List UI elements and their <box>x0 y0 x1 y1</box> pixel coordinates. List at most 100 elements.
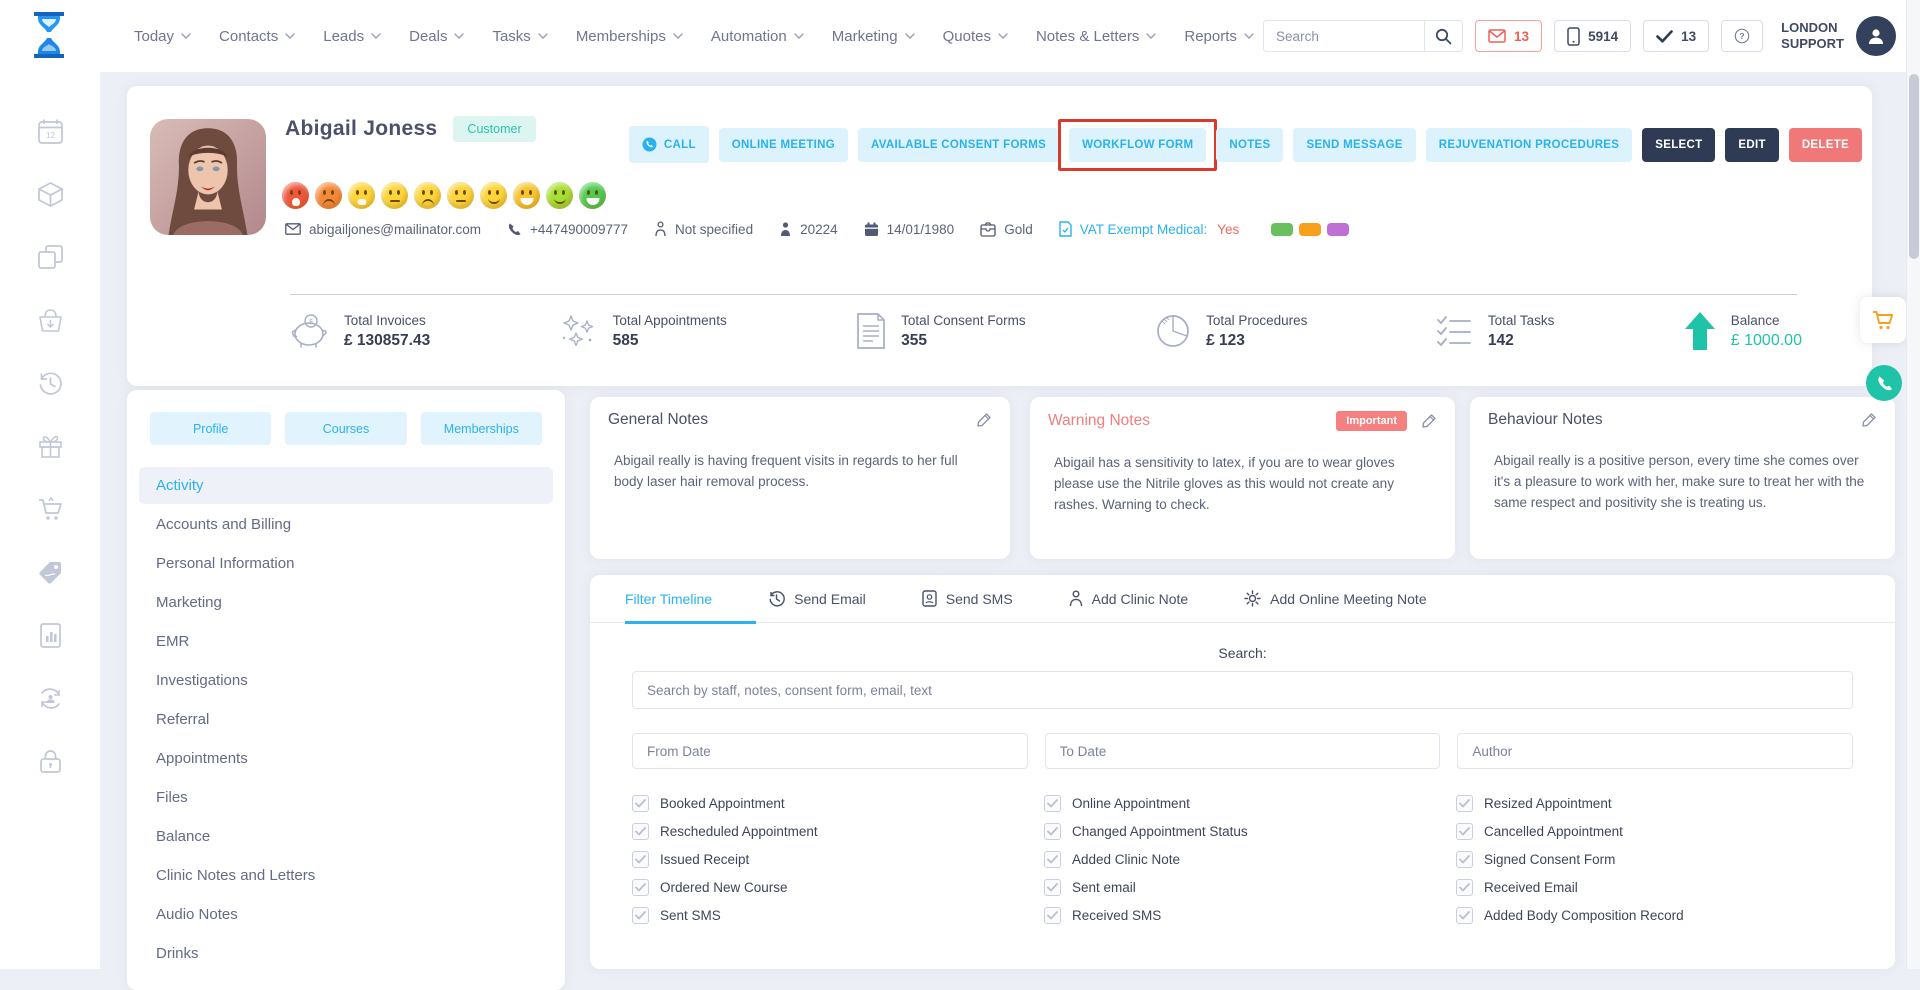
panel-tab[interactable]: Memberships <box>421 412 542 445</box>
basket-icon[interactable] <box>37 307 64 334</box>
mood-emoji-neutral[interactable] <box>381 182 408 209</box>
tab-filter-timeline[interactable]: Filter Timeline <box>625 575 712 622</box>
section-menu-item[interactable]: Balance <box>139 818 553 855</box>
app-logo[interactable] <box>26 10 72 60</box>
filter-checkbox[interactable]: Issued Receipt <box>632 851 1044 868</box>
mood-emoji-neutral[interactable] <box>447 182 474 209</box>
nav-item[interactable]: Quotes <box>943 28 1008 45</box>
customer-email[interactable]: abigailjones@mailinator.com <box>285 222 481 237</box>
nav-item[interactable]: Leads <box>323 28 381 45</box>
floating-call-button[interactable] <box>1866 365 1902 401</box>
account-avatar[interactable] <box>1856 16 1896 56</box>
panel-tab[interactable]: Courses <box>285 412 406 445</box>
mood-emoji-grin[interactable] <box>513 182 540 209</box>
nav-item[interactable]: Automation <box>711 28 804 45</box>
tasks-badge-button[interactable]: 13 <box>1643 20 1709 52</box>
section-menu-item[interactable]: Personal Information <box>139 545 553 582</box>
section-menu-item[interactable]: Files <box>139 779 553 816</box>
filter-checkbox[interactable]: Received Email <box>1456 879 1853 896</box>
edit-note-icon[interactable] <box>1861 412 1877 428</box>
page-scrollbar[interactable] <box>1906 0 1920 969</box>
section-menu-item[interactable]: Marketing <box>139 584 553 621</box>
action-button[interactable]: DELETE <box>1789 128 1862 162</box>
lock-icon[interactable] <box>37 748 64 775</box>
action-button[interactable]: EDIT <box>1725 128 1778 162</box>
call-button[interactable]: CALL <box>629 126 709 163</box>
filter-checkbox[interactable]: Added Clinic Note <box>1044 851 1456 868</box>
tab-send-email[interactable]: Send Email <box>768 575 866 622</box>
filter-checkbox[interactable]: Sent email <box>1044 879 1456 896</box>
filter-checkbox[interactable]: Ordered New Course <box>632 879 1044 896</box>
tab-add-clinic-note[interactable]: Add Clinic Note <box>1069 575 1189 622</box>
filter-checkbox[interactable]: Received SMS <box>1044 907 1456 924</box>
mood-emoji-frown-open[interactable] <box>282 182 309 209</box>
filter-checkbox[interactable]: Changed Appointment Status <box>1044 823 1456 840</box>
section-menu-item[interactable]: Audio Notes <box>139 896 553 933</box>
nav-item[interactable]: Deals <box>409 28 464 45</box>
action-button[interactable]: SELECT <box>1642 128 1715 162</box>
tag-chip[interactable] <box>1327 223 1349 236</box>
nav-item[interactable]: Memberships <box>576 28 683 45</box>
filter-checkbox[interactable]: Booked Appointment <box>632 795 1044 812</box>
action-button[interactable]: WORKFLOW FORM <box>1069 128 1206 162</box>
tag-icon[interactable] <box>37 559 64 586</box>
package-icon[interactable] <box>37 181 64 208</box>
section-menu-item[interactable]: Accounts and Billing <box>139 506 553 543</box>
tab-send-sms[interactable]: Send SMS <box>922 575 1013 622</box>
action-button[interactable]: ONLINE MEETING <box>719 128 848 162</box>
from-date-input[interactable] <box>632 733 1028 769</box>
edit-note-icon[interactable] <box>976 412 992 428</box>
cart-icon[interactable] <box>37 496 64 523</box>
action-button[interactable]: SEND MESSAGE <box>1293 128 1415 162</box>
section-menu-item[interactable]: Investigations <box>139 662 553 699</box>
action-button[interactable]: NOTES <box>1216 128 1283 162</box>
section-menu-item[interactable]: Appointments <box>139 740 553 777</box>
author-input[interactable] <box>1457 733 1853 769</box>
section-menu-item[interactable]: Activity <box>139 467 553 504</box>
filter-checkbox[interactable]: Added Body Composition Record <box>1456 907 1853 924</box>
filter-checkbox[interactable]: Rescheduled Appointment <box>632 823 1044 840</box>
section-menu-item[interactable]: Drinks <box>139 935 553 972</box>
action-button[interactable]: AVAILABLE CONSENT FORMS <box>858 128 1059 162</box>
filter-checkbox[interactable]: Online Appointment <box>1044 795 1456 812</box>
mood-emoji-grin[interactable] <box>579 182 606 209</box>
filter-checkbox[interactable]: Resized Appointment <box>1456 795 1853 812</box>
nav-item[interactable]: Contacts <box>219 28 295 45</box>
filter-checkbox[interactable]: Sent SMS <box>632 907 1044 924</box>
section-menu-item[interactable]: Clinic Notes and Letters <box>139 857 553 894</box>
report-icon[interactable] <box>37 622 64 649</box>
nav-item[interactable]: Marketing <box>832 28 915 45</box>
help-button[interactable]: ? <box>1721 20 1763 52</box>
mood-emoji-grimace[interactable] <box>348 182 375 209</box>
edit-note-icon[interactable] <box>1421 413 1437 429</box>
tag-chip[interactable] <box>1299 223 1321 236</box>
search-button[interactable] <box>1424 21 1462 51</box>
tab-add-online-meeting-note[interactable]: Add Online Meeting Note <box>1244 575 1426 622</box>
mood-emoji-smile[interactable] <box>480 182 507 209</box>
search-input[interactable] <box>1264 21 1424 51</box>
user-sync-icon[interactable] <box>37 685 64 712</box>
filter-checkbox[interactable]: Signed Consent Form <box>1456 851 1853 868</box>
to-date-input[interactable] <box>1045 733 1441 769</box>
mood-emoji-smile[interactable] <box>546 182 573 209</box>
calendar-icon[interactable]: 12 <box>37 118 64 145</box>
action-button[interactable]: REJUVENATION PROCEDURES <box>1426 128 1633 162</box>
mood-emoji-frown[interactable] <box>414 182 441 209</box>
panel-tab[interactable]: Profile <box>150 412 271 445</box>
gift-icon[interactable] <box>37 433 64 460</box>
customer-phone[interactable]: +447490009777 <box>507 222 628 237</box>
filter-checkbox[interactable]: Cancelled Appointment <box>1456 823 1853 840</box>
sms-badge-button[interactable]: 5914 <box>1554 20 1631 52</box>
history-icon[interactable] <box>37 370 64 397</box>
nav-item[interactable]: Notes & Letters <box>1036 28 1156 45</box>
nav-item[interactable]: Reports <box>1184 28 1254 45</box>
nav-item[interactable]: Today <box>134 28 191 45</box>
customer-photo[interactable] <box>150 119 266 235</box>
tag-chip[interactable] <box>1271 223 1293 236</box>
copy-icon[interactable] <box>37 244 64 271</box>
section-menu-item[interactable]: EMR <box>139 623 553 660</box>
timeline-search-input[interactable] <box>632 671 1853 709</box>
scrollbar-thumb[interactable] <box>1909 74 1919 259</box>
mood-emoji-frown[interactable] <box>315 182 342 209</box>
section-menu-item[interactable]: Referral <box>139 701 553 738</box>
